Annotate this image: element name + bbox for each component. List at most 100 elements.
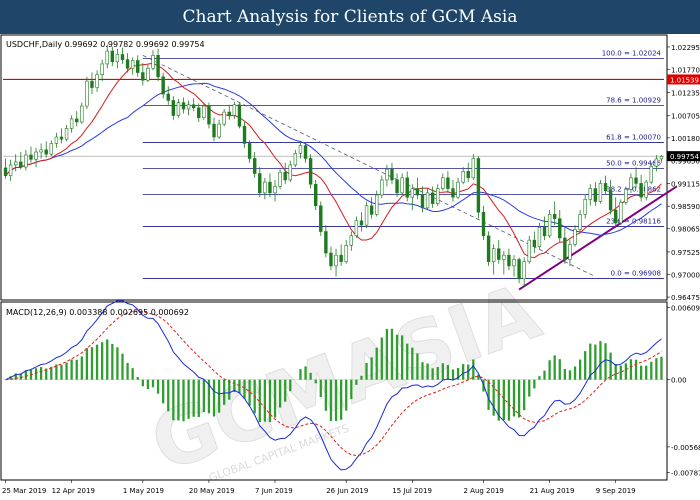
- candle-body: [481, 211, 486, 237]
- fib-label: 61.8 = 1.00070: [606, 134, 661, 142]
- candle-body: [471, 158, 476, 179]
- candle-body: [451, 188, 455, 198]
- candle-body: [491, 248, 496, 262]
- candle-body: [278, 171, 282, 187]
- candle-body: [8, 164, 13, 176]
- candle-body: [156, 55, 160, 78]
- price-tick-label: 1.00705: [671, 112, 700, 120]
- candle-body: [552, 214, 557, 219]
- candle-body: [110, 50, 115, 63]
- date-tick-label: 15 Jul 2019: [392, 487, 432, 495]
- candle: [547, 210, 552, 238]
- candle-body: [298, 145, 303, 154]
- candle-body: [517, 259, 521, 280]
- candle-body: [125, 59, 130, 69]
- candle-body: [141, 72, 145, 81]
- price-axis: 1.022951.017701.012351.007051.001800.996…: [667, 44, 700, 302]
- candle-body: [85, 80, 89, 107]
- candle-body: [115, 54, 120, 63]
- candle-body: [242, 125, 247, 144]
- candle: [319, 201, 323, 236]
- fib-label: 0.0 = 0.96908: [611, 269, 661, 277]
- candle-body: [400, 177, 404, 194]
- candle-body: [588, 188, 592, 200]
- candle-body: [100, 63, 104, 75]
- candle-body: [415, 188, 420, 196]
- candle-body: [54, 136, 59, 144]
- candle-body: [334, 254, 338, 267]
- date-tick-label: 2 Aug 2019: [463, 487, 503, 495]
- candle-body: [629, 177, 633, 190]
- price-tick-label: 0.99115: [671, 181, 700, 189]
- candle-body: [288, 164, 292, 181]
- candle-body: [186, 104, 191, 110]
- price-tick-label: 0.98065: [671, 226, 700, 234]
- candle-body: [75, 118, 79, 123]
- candle-body: [380, 179, 384, 196]
- candle-body: [466, 171, 470, 179]
- candle: [649, 162, 653, 185]
- chart-area: GCMASIA GLOBAL CAPITAL MARKETS 100.0 = 1…: [0, 34, 700, 495]
- candle-body: [644, 181, 648, 198]
- candle-body: [405, 177, 409, 198]
- resistance-tag-label: 1.01539: [670, 76, 699, 84]
- date-tick-label: 12 Apr 2019: [52, 487, 95, 495]
- candle-body: [49, 143, 54, 155]
- candle-body: [425, 192, 430, 209]
- candle-body: [59, 136, 64, 140]
- date-tick-label: 21 Aug 2019: [530, 487, 575, 495]
- candle-body: [497, 248, 501, 260]
- fib-label: 78.6 = 1.00929: [606, 97, 661, 105]
- candle-body: [197, 107, 201, 118]
- candle-body: [613, 209, 618, 224]
- price-tick-label: 0.98590: [671, 203, 700, 211]
- candle-body: [207, 105, 211, 125]
- candle-body: [364, 205, 369, 226]
- price-tick-label: 0.97000: [671, 272, 700, 280]
- candle-body: [293, 153, 298, 166]
- candle-body: [263, 181, 267, 194]
- candle-body: [237, 104, 242, 127]
- candle-body: [14, 161, 18, 166]
- candle-body: [537, 226, 542, 247]
- candle-body: [273, 186, 277, 194]
- candle-body: [349, 235, 353, 246]
- candle-body: [222, 111, 226, 125]
- candle-body: [593, 188, 598, 202]
- candle-body: [456, 181, 460, 198]
- candle-body: [268, 181, 272, 194]
- price-tick-label: 1.02295: [671, 44, 700, 52]
- candle-body: [146, 67, 150, 81]
- candle-body: [283, 171, 287, 181]
- candle-body: [578, 214, 582, 230]
- candle-body: [420, 194, 425, 209]
- candle-body: [659, 156, 664, 160]
- date-axis: 25 Mar 2019 12 Apr 2019 1 May 2019 20 May 2…: [2, 480, 636, 495]
- candle-body: [3, 167, 8, 176]
- candle-body: [181, 102, 186, 110]
- candle-body: [212, 123, 216, 138]
- candle-body: [44, 149, 48, 155]
- candle-body: [507, 254, 511, 267]
- macd-tick-label: 0.00609: [671, 305, 700, 313]
- date-tick-label: 7 Jun 2019: [255, 487, 293, 495]
- candle-body: [568, 244, 572, 260]
- candle-body: [502, 254, 506, 260]
- candle-body: [634, 177, 638, 184]
- candle-body: [486, 235, 491, 262]
- candle-body: [624, 189, 628, 203]
- candle-body: [654, 158, 659, 167]
- candle-body: [69, 118, 74, 129]
- candle: [619, 199, 623, 226]
- candle-body: [166, 93, 170, 101]
- date-tick-label: 20 May 2019: [189, 487, 235, 495]
- candle-body: [558, 218, 562, 239]
- candle-body: [90, 80, 94, 88]
- candle-body: [542, 226, 547, 237]
- candle-body: [390, 168, 394, 181]
- candle-body: [385, 168, 389, 181]
- candle-body: [436, 188, 440, 204]
- candle-body: [303, 145, 308, 159]
- macd-tick-label: -0.00787: [671, 470, 700, 478]
- candle-body: [95, 74, 99, 88]
